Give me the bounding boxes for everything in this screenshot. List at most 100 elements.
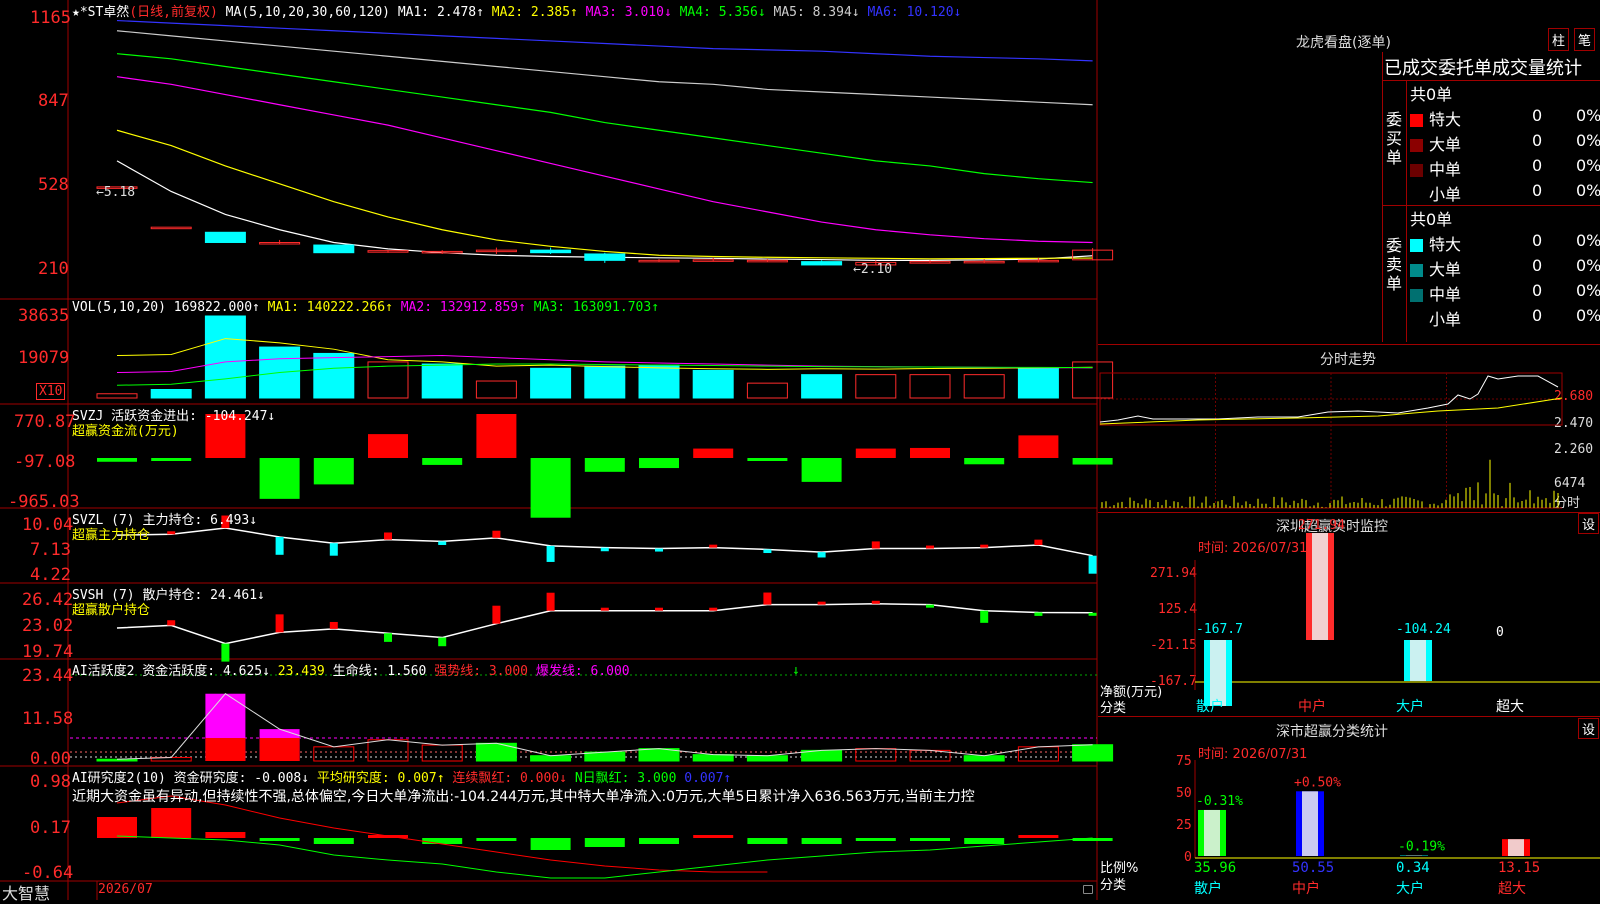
side-charts-svg[interactable]: -167.7散户271.94中户-104.24大户0超大 -0.31%35.96… [1098,0,1600,900]
svzj-bar [260,458,300,499]
svzj-bar [747,458,787,461]
g-svzl-tick [763,549,771,553]
svzj-bar [964,458,1004,464]
classify-bar-shine [1204,810,1220,856]
ma1-label: MA1: 2.478↑ [398,5,484,20]
ai1-header: AI活跃度2 资金活跃度: 4.625↓ 23.439 生命线: 1.560 强… [72,660,630,679]
date-label: 2026/07 [98,882,153,897]
g-svsh-tick [818,602,826,605]
ma-line-MA4 [117,54,1093,183]
ai2-bar [1018,835,1058,838]
g-svzl-tick [547,546,555,562]
g-svsh-tick [167,620,175,625]
svzj-ytick: -97.08 [14,452,75,472]
g-svzl-tick [330,543,338,555]
candle-body [802,262,842,265]
ai1-bar [476,743,516,761]
candle-body [585,254,625,260]
monitor-value: 0 [1496,625,1504,640]
ai1-arrow: ↓ [792,663,800,678]
g-svsh-tick [384,633,392,642]
g-svsh-tick [276,614,284,632]
svzj-bar [693,449,733,458]
classify-delta: +0.50% [1294,775,1341,790]
svzl-ytick: 10.04 [22,515,73,535]
ai2-avg: 平均研究度: 0.007↑ [317,771,445,786]
ai2-bar [693,835,733,838]
ai1-bar-base [205,738,245,761]
g-svsh-tick [655,608,663,611]
ai1-v1: 4.625↓ [223,664,270,679]
classify-category: 大户 [1396,880,1424,897]
monitor-value: -167.7 [1196,622,1243,637]
vol-bar [314,353,354,398]
ai1-bar [314,747,354,761]
classify-bar-shine [1508,839,1524,856]
ai1-life: 生命线: 1.560 [333,664,427,679]
monitor-category: 大户 [1396,698,1424,715]
ai2-bar [910,838,950,841]
classify-value: 13.15 [1498,860,1540,876]
vol-bar [1018,368,1058,398]
ai2-ytick: 0.98 [30,772,71,792]
ai1-bar [964,756,1004,761]
vol-bar [151,390,191,398]
high-marker: ←5.18 [96,185,135,200]
svzj-bar [314,458,354,484]
ma6-label: MA6: 10.120↓ [867,5,961,20]
candle-body [151,227,191,229]
svsh-ytick: 26.42 [22,590,73,610]
classify-category: 中户 [1292,880,1320,897]
ai2-bar [802,838,842,844]
ai1-ytick: 0.00 [30,749,71,769]
candle-body [314,245,354,253]
g-svzl-tick [167,531,175,534]
vol-bar [422,364,462,398]
vol-bar [205,316,245,398]
svzj-ytick: -965.03 [8,492,80,512]
brand-label: 大智慧 [2,880,50,904]
ai2-bar [476,838,516,841]
svzj-bar [856,449,896,458]
ma3-label: MA3: 3.010↓ [586,5,672,20]
ai1-bar [97,759,137,761]
g-svsh-tick [601,608,609,611]
svzj-bar [368,434,408,458]
g-svsh-tick [709,608,717,611]
classify-category: 超大 [1498,881,1526,897]
vol-unit-box[interactable]: X10 [36,383,65,400]
vol-ytick: 19079 [18,348,69,368]
ai2-bar [151,808,191,838]
g-svzl-tick [872,541,880,548]
ai1-bar [422,745,462,761]
g-svsh-tick [872,601,880,604]
ai2-bar [97,817,137,838]
classify-value: 50.55 [1292,860,1334,876]
vol-value: 169822.000↑ [174,300,260,315]
ma5-label: MA5: 8.394↓ [774,5,860,20]
g-svsh-tick [330,622,338,629]
vol-bar [476,381,516,398]
ma2-label: MA2: 2.385↑ [492,5,578,20]
vol-bar [856,375,896,398]
main-header: ★*ST卓然(日线,前复权) MA(5,10,20,30,60,120) MA1… [72,1,961,20]
ma-head: MA(5,10,20,30,60,120) [226,5,390,20]
period-label[interactable]: (日线,前复权) [129,5,217,20]
vol-bar [693,370,733,398]
vol-ma2: MA2: 132912.859↑ [401,300,526,315]
stock-title[interactable]: ★*ST卓然 [72,5,129,20]
lock-icon[interactable] [1083,885,1093,894]
ai1-bar [693,755,733,761]
g-svsh-tick [221,644,229,662]
g-svzl-tick [1089,556,1097,574]
ma-line-MA5 [117,31,1093,105]
svzj-bar [910,448,950,458]
ai2-lian: 连续飘红: 0.000↓ [452,771,567,786]
g-svsh-tick [492,606,500,624]
ai2-bar [314,838,354,844]
g-svzl-tick [438,541,446,545]
vol-bar [531,368,571,398]
g-svzl-tick [276,537,284,555]
g-svsh-tick [980,611,988,623]
ai2-bar [585,838,625,847]
